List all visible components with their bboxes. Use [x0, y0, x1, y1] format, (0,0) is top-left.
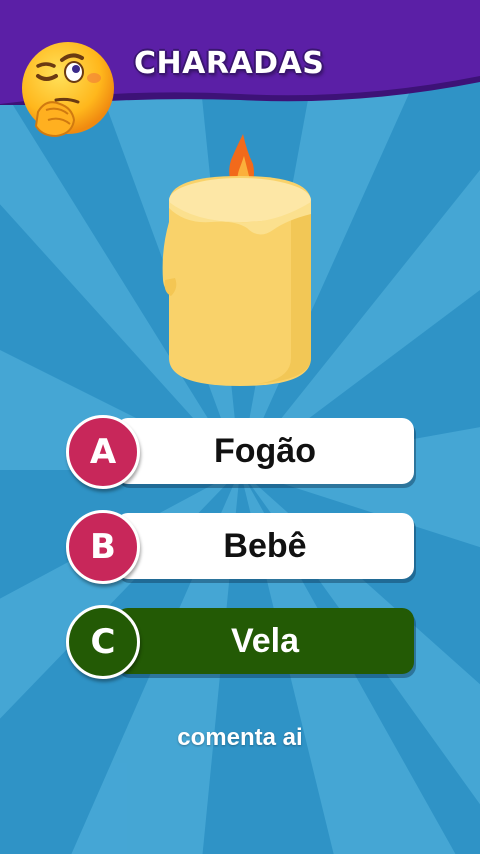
- page-title: CHARADAS: [134, 46, 325, 81]
- answer-option-letter-badge: C: [66, 605, 140, 679]
- answer-option-c-correct[interactable]: Vela C: [66, 605, 416, 679]
- comment-caption: comenta ai: [177, 724, 303, 751]
- answer-option-b[interactable]: Bebê B: [66, 510, 416, 584]
- answer-option-text: Fogão: [214, 432, 316, 470]
- answer-option-letter-badge: B: [66, 510, 140, 584]
- answer-option-letter-badge: A: [66, 415, 140, 489]
- candle-icon: [162, 134, 311, 386]
- answer-option-a[interactable]: Fogão A: [66, 415, 416, 489]
- answer-option-text: Bebê: [223, 527, 307, 565]
- answer-option-text: Vela: [230, 622, 300, 660]
- thinking-winking-face-icon: [22, 42, 114, 138]
